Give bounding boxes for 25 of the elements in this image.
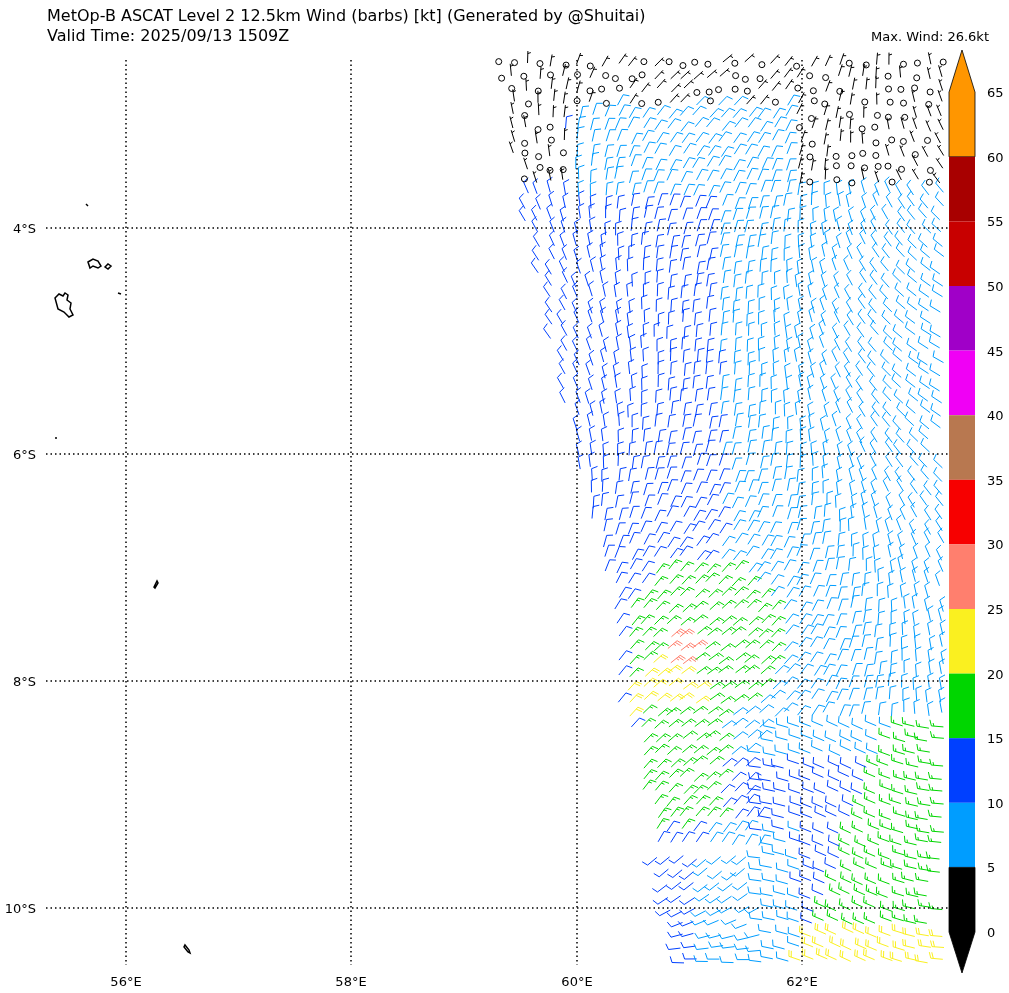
max-wind-label: Max. Wind: 26.6kt: [871, 29, 989, 44]
colorbar-tick-label: 45: [987, 343, 1004, 359]
colorbar-tick-label: 65: [987, 85, 1004, 101]
colorbar-tick-label: 50: [987, 279, 1004, 294]
colorbar-tick-label: 35: [987, 472, 1004, 488]
colorbar-tick-label: 0: [987, 925, 996, 940]
colorbar-tick-label: 40: [987, 408, 1004, 424]
colorbar-tick-label: 25: [987, 602, 1004, 617]
longitude-label: 56°E: [110, 974, 142, 989]
chart-title: MetOp-B ASCAT Level 2 12.5km Wind (barbs) [kt] (Generated by @Shuitai): [47, 6, 646, 26]
latitude-label: 4°S: [12, 221, 36, 236]
colorbar-tick-label: 20: [987, 666, 1004, 682]
latitude-label: 8°S: [12, 674, 36, 689]
valid-time: Valid Time: 2025/09/13 1509Z: [47, 26, 291, 46]
colorbar-tick-label: 60: [987, 149, 1004, 165]
longitude-label: 60°E: [561, 974, 593, 989]
colorbar-tick-label: 10: [987, 795, 1004, 811]
colorbar-tick-label: 5: [987, 860, 996, 876]
longitude-label: 62°E: [786, 974, 818, 989]
colorbar-tick-label: 30: [987, 537, 1004, 553]
latitude-label: 10°S: [4, 901, 36, 916]
colorbar-tick-label: 55: [987, 214, 1004, 230]
colorbar-tick-label: 15: [987, 731, 1004, 747]
latitude-label: 6°S: [12, 447, 36, 462]
longitude-label: 58°E: [335, 974, 367, 989]
